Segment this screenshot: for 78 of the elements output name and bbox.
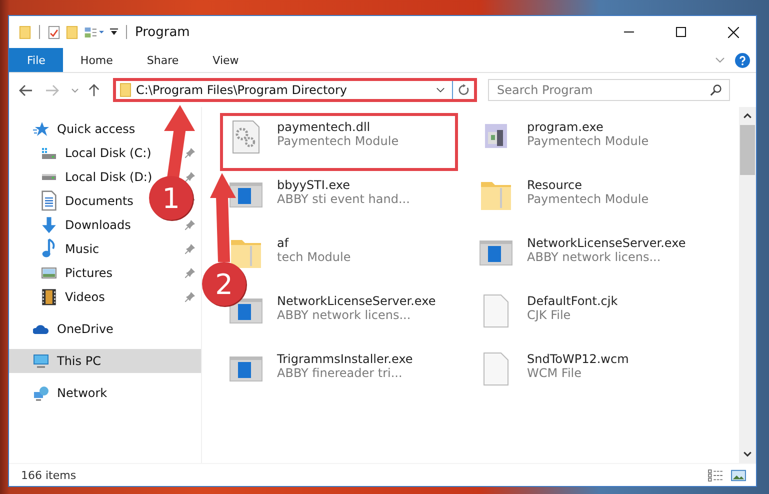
scrollbar[interactable] xyxy=(739,107,756,463)
pin-icon[interactable] xyxy=(185,172,195,182)
file-name[interactable]: af xyxy=(277,236,351,250)
ribbon-tab[interactable]: File xyxy=(9,48,64,72)
scroll-up-icon[interactable] xyxy=(743,113,752,119)
nav-item[interactable]: Videos xyxy=(65,290,105,304)
file-name[interactable]: TrigrammsInstaller.exe xyxy=(277,352,413,366)
file-description: CJK File xyxy=(527,308,572,322)
back-icon[interactable] xyxy=(19,84,33,96)
step-badge: 2 xyxy=(202,262,247,307)
nav-item[interactable]: Documents xyxy=(65,194,134,208)
file-description: ABBY finereader tri... xyxy=(277,366,404,380)
file-description: tech Module xyxy=(277,250,351,264)
nav-item[interactable]: Quick access xyxy=(57,122,136,136)
close-icon xyxy=(728,26,738,38)
file-description: ABBY sti event hand... xyxy=(277,192,410,206)
address-bar[interactable]: C:\Program Files\Program Directory xyxy=(113,78,477,102)
maximize-icon xyxy=(676,27,686,37)
help-icon[interactable] xyxy=(735,52,750,68)
nav-item[interactable]: This PC xyxy=(57,354,101,368)
nav-item[interactable]: Pictures xyxy=(65,266,113,280)
download-arrow-icon[interactable] xyxy=(41,216,57,234)
details-view-icon[interactable] xyxy=(708,468,723,482)
nav-item[interactable]: OneDrive xyxy=(57,322,114,336)
scroll-thumb[interactable] xyxy=(740,125,755,175)
document-icon[interactable] xyxy=(41,190,57,212)
nav-item[interactable]: Network xyxy=(57,386,108,400)
ribbon-tab[interactable]: Home xyxy=(63,48,130,72)
drive-icon[interactable] xyxy=(41,146,57,160)
recent-caret-icon[interactable] xyxy=(71,88,79,92)
film-icon[interactable] xyxy=(41,288,57,306)
file-name[interactable]: program.exe xyxy=(527,120,649,134)
star-icon[interactable] xyxy=(33,122,49,136)
properties-icon[interactable] xyxy=(48,24,60,40)
address-path: C:\Program Files\Program Directory xyxy=(136,83,348,97)
caret-icon[interactable] xyxy=(436,87,445,93)
ribbon-tab[interactable]: Share xyxy=(130,48,196,72)
file-description: ABBY network licens... xyxy=(277,308,412,322)
nav-item[interactable]: Local Disk (C:) xyxy=(65,146,152,160)
nav-item[interactable]: Music xyxy=(65,242,100,256)
file-name[interactable]: Resource xyxy=(527,178,649,192)
item-count: 166 items xyxy=(21,468,76,482)
file-description: Paymentech Module xyxy=(527,134,649,148)
large-icons-view-icon[interactable] xyxy=(731,468,746,482)
pin-icon[interactable] xyxy=(185,220,195,230)
file-name[interactable]: paymentech.dll xyxy=(277,120,399,134)
up-icon[interactable] xyxy=(87,84,101,96)
expand-ribbon-icon[interactable] xyxy=(715,57,725,63)
scroll-down-icon[interactable] xyxy=(743,451,752,457)
cloud-icon[interactable] xyxy=(33,323,49,335)
pin-icon[interactable] xyxy=(185,292,195,302)
drive-icon[interactable] xyxy=(41,173,57,181)
file-description: Paymentech Module xyxy=(277,134,399,148)
pin-icon[interactable] xyxy=(185,268,195,278)
file-name[interactable]: bbyySTI.exe xyxy=(277,178,410,192)
ribbon-tab[interactable]: View xyxy=(196,48,256,72)
file-description: WCM File xyxy=(527,366,582,380)
file-description: Paymentech Module xyxy=(527,192,649,206)
folder-icon xyxy=(120,83,131,97)
search-icon[interactable] xyxy=(710,84,722,96)
picture-icon[interactable] xyxy=(41,267,57,279)
network-icon[interactable] xyxy=(33,386,49,400)
file-name[interactable]: NetworkLicenseServer.exe xyxy=(527,236,686,250)
monitor-icon[interactable] xyxy=(33,354,49,368)
pin-icon[interactable] xyxy=(185,244,195,254)
file-description: ABBY network licens... xyxy=(527,250,662,264)
refresh-icon[interactable] xyxy=(458,84,470,96)
view-dropdown-icon[interactable] xyxy=(84,24,104,40)
search-field[interactable]: Search Program xyxy=(488,79,730,101)
pin-icon[interactable] xyxy=(185,148,195,158)
music-note-icon[interactable] xyxy=(41,238,57,260)
file-name[interactable]: DefaultFont.cjk xyxy=(527,294,618,308)
minimize-icon xyxy=(624,31,634,33)
nav-item[interactable]: Downloads xyxy=(65,218,131,232)
customize-caret-icon[interactable] xyxy=(110,28,118,36)
file-name[interactable]: SndToWP12.wcm xyxy=(527,352,629,366)
file-name[interactable]: NetworkLicenseServer.exe xyxy=(277,294,436,308)
window-title: Program xyxy=(135,24,190,40)
